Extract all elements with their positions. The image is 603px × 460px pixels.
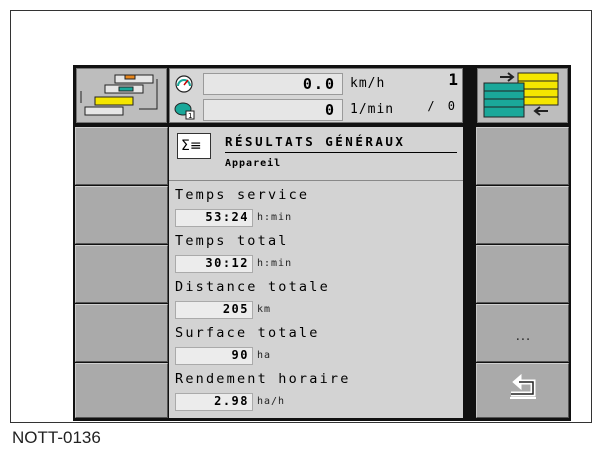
stat-unit: ha/h [257,396,286,407]
rpm-icon-index: 1 [188,112,192,120]
stat-label: Surface totale [175,325,320,341]
stat-unit: km [257,304,272,315]
stat-item: Temps total 30:12 h:min [175,233,459,273]
back-button[interactable] [476,363,569,418]
stat-item: Distance totale 205 km [175,279,459,319]
back-arrow-icon [510,373,536,399]
softkey-left-3[interactable] [75,245,168,303]
stat-unit: h:min [257,212,293,223]
rpm-row: 1 0 1/min [170,98,464,122]
softkey-left-1[interactable] [75,127,168,185]
stat-item: Surface totale 90 ha [175,325,459,365]
softkey-right-1[interactable] [476,127,569,185]
page-counter-total: / 0 [427,99,458,113]
stat-value-box: 30:12 [175,254,253,273]
stat-label: Distance totale [175,279,330,295]
softkey-left-4[interactable] [75,304,168,362]
speed-row: 0.0 km/h [170,72,464,96]
stat-value: 90 [231,347,249,362]
speed-unit: km/h [350,76,386,91]
stat-label: Rendement horaire [175,371,351,387]
stat-item: Temps service 53:24 h:min [175,187,459,227]
sigma-list-icon: Σ≡ [177,133,211,159]
implement-layers-icon [80,74,158,116]
stat-item: Rendement horaire 2.98 ha/h [175,371,459,411]
page-title: RÉSULTATS GÉNÉRAUX [225,134,406,149]
stat-value: 205 [222,301,249,316]
more-options-label: ... [515,329,532,344]
more-options-button[interactable]: ... [476,304,569,362]
page-counter: 1 [448,70,458,89]
results-panel: Σ≡ RÉSULTATS GÉNÉRAUX Appareil Temps ser… [169,127,463,418]
page-subtitle: Appareil [225,158,282,169]
terminal-screen: 0.0 km/h 1 0 1/min 1 / 0 ... Σ≡ RÉSULTAT… [73,65,571,421]
stat-value: 53:24 [205,209,249,224]
title-divider [225,152,457,153]
figure-frame: 0.0 km/h 1 0 1/min 1 / 0 ... Σ≡ RÉSULTAT… [10,10,592,423]
figure-caption: NOTT-0136 [12,428,101,447]
rpm-value-box: 0 [203,99,343,121]
switch-screens-icon [483,72,559,118]
speed-value-box: 0.0 [203,73,343,95]
stat-value-box: 205 [175,300,253,319]
stat-value: 2.98 [214,393,249,408]
softkey-right-2[interactable] [476,186,569,244]
switch-view-button[interactable] [477,68,568,123]
stat-value-box: 2.98 [175,392,253,411]
pto-rpm-icon: 1 [174,102,195,120]
status-bar: 0.0 km/h 1 0 1/min 1 / 0 [169,68,463,123]
stat-value-box: 90 [175,346,253,365]
implement-view-button[interactable] [76,68,167,123]
stat-value: 30:12 [205,255,249,270]
speedometer-icon [175,75,193,93]
rpm-value: 0 [324,101,336,119]
rpm-unit: 1/min [350,102,395,117]
stat-value-box: 53:24 [175,208,253,227]
softkey-right-3[interactable] [476,245,569,303]
panel-header: Σ≡ RÉSULTATS GÉNÉRAUX Appareil [169,127,463,181]
softkey-left-2[interactable] [75,186,168,244]
speed-value: 0.0 [302,75,336,93]
stat-label: Temps service [175,187,310,203]
softkey-left-5[interactable] [75,363,168,418]
stat-unit: ha [257,350,272,361]
stat-label: Temps total [175,233,289,249]
stat-unit: h:min [257,258,293,269]
